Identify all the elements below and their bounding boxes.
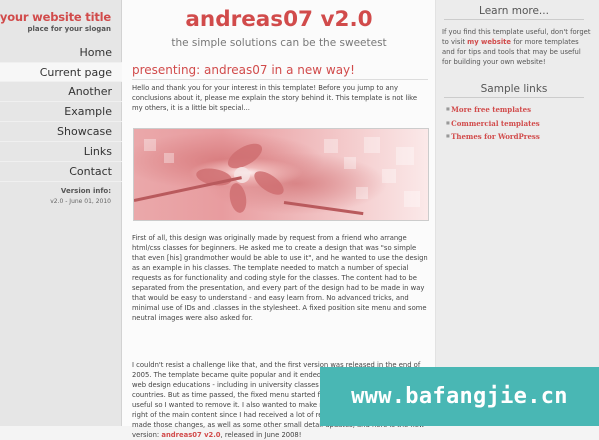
menu-item-current-page[interactable]: Current page (0, 63, 122, 82)
menu-item-example[interactable]: Example (0, 102, 122, 122)
release-text-end: , released in June 2008! (220, 431, 302, 439)
intro-paragraph: Hello and thank you for your interest in… (132, 84, 418, 112)
menu-item-another[interactable]: Another (0, 82, 122, 102)
flower-banner-image (133, 128, 429, 221)
release-version-link[interactable]: andreas07 v2.0 (161, 431, 220, 439)
watermark-text: www.bafangjie.cn (351, 384, 568, 409)
site-menu: Home Current page Another Example Showca… (0, 43, 122, 182)
story-paragraph: First of all, this design was originally… (132, 234, 428, 322)
menu-item-home[interactable]: Home (0, 43, 122, 63)
learn-more-text: If you find this template useful, don't … (442, 27, 592, 67)
my-website-link[interactable]: my website (467, 38, 511, 46)
article-heading: presenting: andreas07 in a new way! (132, 63, 428, 80)
main-content: andreas07 v2.0 the simple solutions can … (122, 0, 436, 439)
sample-link-commercial-templates[interactable]: Commercial templates (446, 117, 540, 131)
sample-links-heading: Sample links (444, 83, 584, 98)
page-subtitle: the simple solutions can be the sweetest (171, 37, 387, 49)
sample-link-wordpress-themes[interactable]: Themes for WordPress (446, 130, 540, 144)
version-info-text: v2.0 - June 01, 2010 (50, 198, 111, 205)
menu-item-contact[interactable]: Contact (0, 162, 122, 182)
right-sidebar: Learn more... If you find this template … (436, 0, 599, 426)
menu-item-showcase[interactable]: Showcase (0, 122, 122, 142)
site-slogan: place for your slogan (27, 25, 111, 33)
watermark-banner: www.bafangjie.cn (320, 367, 599, 426)
site-title[interactable]: your website title (0, 10, 111, 24)
menu-item-links[interactable]: Links (0, 142, 122, 162)
page-title: andreas07 v2.0 (185, 7, 373, 32)
sample-links-list: More free templates Commercial templates… (446, 103, 540, 144)
version-info-heading: Version info: (60, 187, 111, 195)
left-sidebar: your website title place for your slogan… (0, 0, 122, 426)
learn-more-heading: Learn more... (444, 5, 584, 20)
sample-link-free-templates[interactable]: More free templates (446, 103, 540, 117)
